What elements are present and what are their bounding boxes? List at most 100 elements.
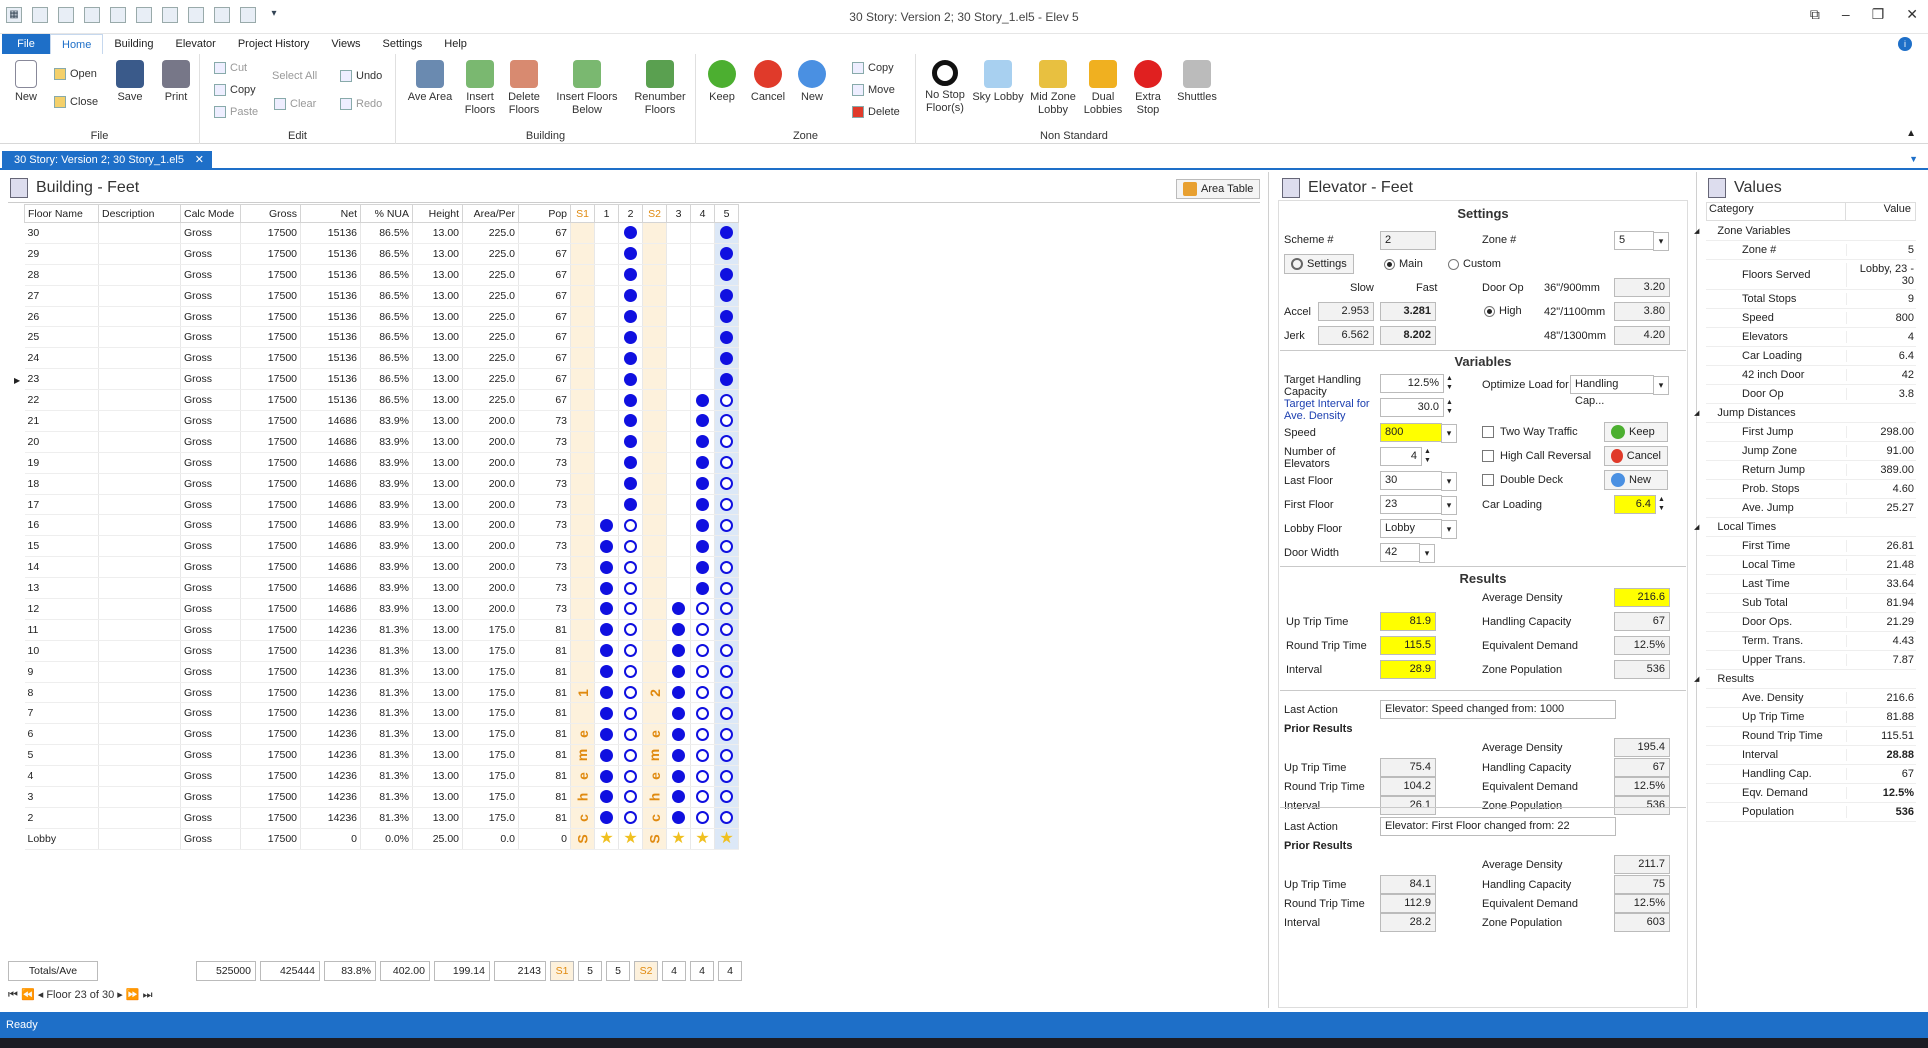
zone-cell[interactable] — [570, 598, 595, 620]
zone-cell[interactable] — [594, 619, 619, 641]
table-row[interactable]: 9 Gross 17500 14236 81.3% 13.00 175.0 81 — [24, 661, 739, 683]
values-row[interactable]: Ave. Density 216.6 — [1706, 689, 1916, 708]
calc-mode-cell[interactable]: Gross — [180, 347, 241, 370]
area-table-button[interactable]: Area Table — [1176, 179, 1261, 199]
zone-cell[interactable] — [570, 368, 595, 391]
table-row[interactable]: 22 Gross 17500 15136 86.5% 13.00 225.0 67 — [24, 389, 739, 412]
zone-cell[interactable] — [618, 765, 643, 788]
pop-cell[interactable]: 73 — [518, 452, 571, 474]
area-per-cell[interactable]: 200.0 — [462, 577, 519, 600]
values-row[interactable]: 42 inch Door 42 — [1706, 366, 1916, 385]
pop-cell[interactable]: 73 — [518, 556, 571, 579]
menu-home[interactable]: Home — [50, 34, 104, 54]
zone-cell[interactable] — [714, 431, 739, 453]
values-row[interactable]: Door Op 3.8 — [1706, 385, 1916, 404]
gross-cell[interactable]: 17500 — [240, 577, 301, 600]
zone-cell[interactable] — [594, 368, 619, 391]
floor-name-cell[interactable]: Lobby — [24, 828, 99, 850]
zone-cell[interactable]: e — [642, 765, 667, 788]
table-row[interactable]: 15 Gross 17500 14686 83.9% 13.00 200.0 73 — [24, 535, 739, 558]
floor-name-cell[interactable]: 10 — [24, 640, 99, 662]
floor-name-cell[interactable]: 5 — [24, 744, 99, 767]
gross-cell[interactable]: 17500 — [240, 431, 301, 453]
calc-mode-cell[interactable]: Gross — [180, 243, 241, 265]
nav-next-page-icon[interactable]: ⏩ — [126, 989, 140, 1001]
pop-cell[interactable]: 67 — [518, 264, 571, 286]
zone-cell[interactable] — [618, 326, 643, 349]
pop-cell[interactable]: 81 — [518, 807, 571, 829]
nua-cell[interactable]: 86.5% — [360, 368, 413, 391]
floor-name-cell[interactable]: 27 — [24, 285, 99, 307]
pop-cell[interactable]: 0 — [518, 828, 571, 850]
zone-cell[interactable] — [690, 347, 715, 370]
zone-cell[interactable] — [594, 431, 619, 453]
zone-cell[interactable] — [618, 222, 643, 244]
net-cell[interactable]: 14236 — [300, 661, 361, 683]
net-cell[interactable]: 14686 — [300, 577, 361, 600]
zone-cell[interactable] — [570, 264, 595, 286]
gross-cell[interactable]: 17500 — [240, 619, 301, 641]
zone-cell[interactable] — [690, 514, 715, 537]
car-loading-field[interactable]: 6.4 — [1614, 495, 1656, 514]
calc-mode-cell[interactable]: Gross — [180, 786, 241, 808]
zone-cell[interactable] — [618, 535, 643, 558]
zone-cell[interactable] — [570, 514, 595, 537]
zone-cell[interactable] — [666, 619, 691, 641]
zone-cell[interactable] — [594, 243, 619, 265]
zone-cell[interactable] — [642, 326, 667, 349]
nua-cell[interactable]: 86.5% — [360, 243, 413, 265]
zone-cell[interactable] — [570, 577, 595, 600]
net-cell[interactable]: 14236 — [300, 744, 361, 767]
area-per-cell[interactable]: 225.0 — [462, 222, 519, 244]
net-cell[interactable]: 15136 — [300, 306, 361, 328]
floor-name-cell[interactable]: 13 — [24, 577, 99, 600]
net-cell[interactable]: 0 — [300, 828, 361, 850]
zone-cell[interactable] — [642, 661, 667, 683]
calc-mode-cell[interactable]: Gross — [180, 744, 241, 767]
settings-button[interactable]: Settings — [1284, 254, 1354, 274]
zone-cell[interactable] — [570, 222, 595, 244]
zone-cell[interactable] — [570, 389, 595, 412]
zone-cell[interactable] — [666, 744, 691, 767]
gross-cell[interactable]: 17500 — [240, 556, 301, 579]
calc-mode-cell[interactable]: Gross — [180, 368, 241, 391]
zone-cell[interactable] — [666, 514, 691, 537]
calc-mode-cell[interactable]: Gross — [180, 535, 241, 558]
pop-cell[interactable]: 67 — [518, 389, 571, 412]
zone-cell[interactable] — [642, 514, 667, 537]
description-cell[interactable] — [98, 828, 181, 850]
floor-name-cell[interactable]: 24 — [24, 347, 99, 370]
gross-cell[interactable]: 17500 — [240, 368, 301, 391]
pop-cell[interactable]: 67 — [518, 347, 571, 370]
zone-select[interactable]: 5 — [1614, 231, 1669, 251]
zone-cell[interactable] — [714, 452, 739, 474]
net-cell[interactable]: 14686 — [300, 410, 361, 432]
nua-cell[interactable]: 81.3% — [360, 682, 413, 704]
zone-cell[interactable] — [618, 389, 643, 412]
zone-cell[interactable]: e — [570, 723, 595, 746]
gross-cell[interactable]: 17500 — [240, 514, 301, 537]
zone-cell[interactable] — [666, 473, 691, 495]
nua-cell[interactable]: 86.5% — [360, 264, 413, 286]
description-cell[interactable] — [98, 410, 181, 432]
nav-next-icon[interactable]: ▸ — [117, 989, 123, 1001]
table-row[interactable]: 3 Gross 17500 14236 81.3% 13.00 175.0 81 h h — [24, 786, 739, 808]
zone-cell[interactable] — [642, 702, 667, 725]
nua-cell[interactable]: 83.9% — [360, 410, 413, 432]
gross-cell[interactable]: 17500 — [240, 389, 301, 412]
zone-cell[interactable]: c — [642, 807, 667, 829]
calc-mode-cell[interactable]: Gross — [180, 389, 241, 412]
description-cell[interactable] — [98, 744, 181, 767]
nua-cell[interactable]: 86.5% — [360, 285, 413, 307]
net-cell[interactable]: 15136 — [300, 222, 361, 244]
description-cell[interactable] — [98, 535, 181, 558]
area-per-cell[interactable]: 175.0 — [462, 765, 519, 788]
values-row[interactable]: First Jump 298.00 — [1706, 423, 1916, 442]
zone-cell[interactable] — [714, 306, 739, 328]
height-cell[interactable]: 13.00 — [412, 452, 463, 474]
floor-name-cell[interactable]: 25 — [24, 326, 99, 349]
description-cell[interactable] — [98, 494, 181, 516]
zone-cell[interactable] — [594, 723, 619, 746]
nua-cell[interactable]: 81.3% — [360, 702, 413, 725]
area-per-cell[interactable]: 200.0 — [462, 410, 519, 432]
